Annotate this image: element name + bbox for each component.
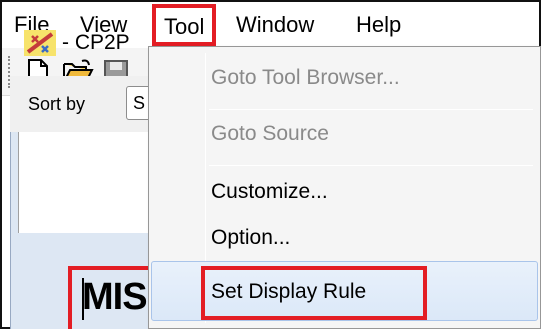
menu-window[interactable]: Window	[230, 6, 320, 44]
menu-help[interactable]: Help	[350, 6, 407, 44]
inner-window-title: - CP2P	[62, 31, 130, 54]
tool-dropdown-menu: Goto Tool Browser... Goto Source Customi…	[148, 46, 541, 329]
menu-item-option[interactable]: Option...	[207, 217, 290, 259]
menu-item-goto-tool-browser: Goto Tool Browser...	[211, 66, 400, 89]
app-icon	[24, 30, 56, 56]
menu-item-customize[interactable]: Customize...	[207, 171, 328, 213]
menu-separator	[209, 165, 533, 166]
menu-item-goto-source: Goto Source	[211, 122, 329, 145]
content-area[interactable]	[18, 132, 160, 233]
sort-by-label: Sort by	[28, 94, 86, 114]
menu-separator	[209, 109, 533, 110]
inner-window-titlebar[interactable]: - CP2P	[10, 18, 160, 62]
menu-tool[interactable]: Tool	[152, 4, 217, 46]
mis-text: MIS	[82, 276, 148, 318]
sort-row: Sort by S	[10, 76, 166, 132]
set-display-rule-highlight-box	[201, 266, 427, 320]
